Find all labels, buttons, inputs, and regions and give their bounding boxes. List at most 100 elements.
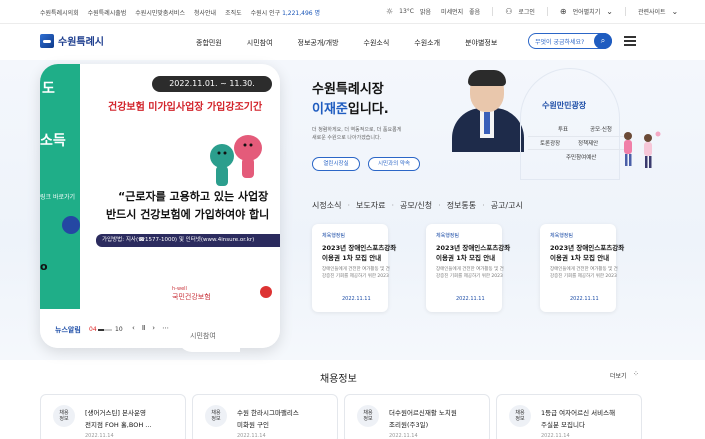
plaza-vote[interactable]: 투표 bbox=[558, 125, 568, 133]
nav-about[interactable]: 수원소개 bbox=[414, 38, 440, 48]
news-category: 체육행정팀 bbox=[550, 233, 574, 239]
link-org-chart[interactable]: 조직도 bbox=[225, 8, 242, 17]
news-category: 체육행정팀 bbox=[436, 233, 460, 239]
grid-icon[interactable]: ⁘ bbox=[633, 370, 639, 378]
nav-open-data[interactable]: 정보공개/개방 bbox=[298, 38, 339, 48]
hamburger-icon bbox=[624, 36, 636, 38]
divider bbox=[528, 136, 624, 137]
tab-press[interactable]: 보도자료 bbox=[356, 200, 385, 211]
job-card[interactable]: 채용 정보 1등급 여자어르신 서비스해 주실분 모집니다 2022.11.14 bbox=[496, 394, 642, 439]
peek-text: 도 bbox=[42, 81, 55, 97]
slide-total: 10 bbox=[115, 326, 123, 333]
job-title: 전지점 FOH 홀,BOH ... bbox=[85, 421, 152, 429]
nhis-logo: h-well 국민건강보험 bbox=[172, 286, 211, 302]
chevron-down-icon: ⌄ bbox=[671, 7, 679, 16]
nav-field-info[interactable]: 분야별정보 bbox=[465, 38, 497, 48]
next-icon[interactable]: › bbox=[152, 324, 155, 332]
plaza-frame bbox=[520, 68, 620, 180]
citizens-illustration bbox=[624, 131, 661, 168]
nav-civil-service[interactable]: 종합민원 bbox=[196, 38, 222, 48]
globe-icon: ⊕ bbox=[559, 7, 567, 16]
job-card[interactable]: 채용 정보 [생어거스틴] 본사운영 전지점 FOH 홀,BOH ... 2022… bbox=[40, 394, 186, 439]
campaign-quote-line: 반드시 건강보험에 가입하여야 합니 bbox=[106, 208, 270, 221]
news-card[interactable]: 체육행정팀 2023년 장애인스포츠강좌 이용권 1차 모집 안내 장애인들에게… bbox=[540, 224, 624, 312]
citizen-tab[interactable]: 시민참여 bbox=[178, 318, 240, 352]
site-logo[interactable]: 수원특례시 bbox=[40, 33, 104, 48]
utility-right: ☼ 13°C 맑음 미세먼지 좋음 ⚇ 로그인 ⊕ 언어펼치기 ⌄ 관련사이트 … bbox=[386, 7, 678, 16]
prev-icon[interactable]: ‹ bbox=[132, 324, 135, 332]
job-date: 2022.11.14 bbox=[85, 433, 114, 439]
job-card[interactable]: 채용 정보 더수원어르신재활 노치원 조리원(주3일) 2022.11.14 bbox=[344, 394, 490, 439]
news-desc: 장애인들에게 건전한 여가활동 및 건 bbox=[322, 267, 390, 272]
search-button[interactable]: ⌕ bbox=[594, 33, 612, 49]
more-link[interactable]: 더보기 bbox=[610, 371, 627, 380]
job-date: 2022.11.14 bbox=[237, 433, 266, 439]
job-date: 2022.11.14 bbox=[389, 433, 418, 439]
job-date: 2022.11.14 bbox=[541, 433, 570, 439]
nav-news[interactable]: 수원소식 bbox=[364, 38, 390, 48]
list-icon[interactable]: ⋯ bbox=[162, 324, 169, 332]
language-toggle[interactable]: 언어펼치기 bbox=[573, 7, 601, 16]
news-card[interactable]: 체육행정팀 2023년 장애인스포츠강좌 이용권 1차 모집 안내 장애인들에게… bbox=[426, 224, 510, 312]
news-date: 2022.11.11 bbox=[456, 296, 485, 302]
sun-icon: ☼ bbox=[386, 7, 394, 16]
news-desc: 장애인들에게 건전한 여가활동 및 건 bbox=[436, 267, 504, 272]
link-council[interactable]: 수원특례시의회 bbox=[40, 8, 79, 17]
user-icon: ⚇ bbox=[505, 7, 513, 16]
news-desc: 강증진 기회를 제공하기 위한 2023 bbox=[436, 274, 503, 279]
nhis-heart-icon bbox=[260, 286, 272, 298]
main-nav: 종합민원 시민참여 정보공개/개방 수원소식 수원소개 분야별정보 bbox=[196, 38, 497, 48]
news-category: 체육행정팀 bbox=[322, 233, 346, 239]
login-link[interactable]: 로그인 bbox=[518, 7, 535, 16]
nhis-en: h-well bbox=[172, 286, 187, 292]
news-title: 이용권 1차 모집 안내 bbox=[436, 254, 496, 262]
plaza-proposal[interactable]: 정책제안 bbox=[578, 139, 598, 147]
mayor-title: 수원특례시장 bbox=[312, 82, 384, 97]
tab-notice[interactable]: 공고/고시 bbox=[491, 200, 523, 211]
link-custom-service[interactable]: 수원시민맞춤서비스 bbox=[135, 8, 185, 17]
link-office-guide[interactable]: 청사안내 bbox=[194, 8, 216, 17]
job-card[interactable]: 채용 정보 수원 한라시그마팰리스 미화원 구인 2022.11.14 bbox=[192, 394, 338, 439]
banner-controls: 뉴스알림 04 10 ‹ Ⅱ › ⋯ bbox=[40, 312, 280, 348]
search-icon: ⌕ bbox=[600, 36, 606, 45]
pause-icon[interactable]: Ⅱ bbox=[142, 324, 145, 332]
population-value: 1,221,496 명 bbox=[282, 10, 321, 17]
plaza-budget[interactable]: 주민참여예산 bbox=[566, 153, 596, 161]
tab-apply[interactable]: 공모/신청 bbox=[400, 200, 432, 211]
chevron-down-icon: ⌄ bbox=[606, 7, 613, 16]
news-title: 2023년 장애인스포츠강좌 bbox=[322, 244, 397, 252]
logo-icon bbox=[40, 33, 54, 48]
weather: 맑음 bbox=[420, 9, 432, 16]
tab-info[interactable]: 정보통통 bbox=[447, 200, 476, 211]
campaign-date: 2022.11.01. ~ 11.30. bbox=[152, 76, 272, 92]
open-office-button[interactable]: 열린시장실 bbox=[312, 157, 360, 171]
campaign-title: 건강보험 미가입사업장 가입강조기간 bbox=[108, 102, 263, 113]
plaza-apply[interactable]: 공모·신청 bbox=[590, 125, 612, 133]
news-desc: 강증진 기회를 제공하기 위한 2023 bbox=[322, 274, 389, 279]
main-banner[interactable]: 도 소득 링크 바로가기 o 2022.11.01. ~ 11.30. 건강보험… bbox=[40, 64, 280, 348]
job-title: 주실분 모집니다 bbox=[541, 421, 585, 429]
mayor-desc: 새로운 수원으로 나아가겠습니다. bbox=[312, 135, 382, 141]
link-special-city[interactable]: 수원특례시출범 bbox=[88, 8, 127, 17]
nav-participation[interactable]: 시민참여 bbox=[247, 38, 273, 48]
mayor-suffix: 입니다. bbox=[347, 102, 389, 117]
news-title: 이용권 1차 모집 안내 bbox=[550, 254, 610, 262]
divider bbox=[624, 7, 626, 16]
job-title: 1등급 여자어르신 서비스해 bbox=[541, 409, 616, 417]
slide-current: 04 bbox=[89, 326, 97, 333]
divider bbox=[492, 7, 494, 16]
peek-text: o bbox=[40, 260, 48, 273]
population-label: 수원시 인구 bbox=[250, 10, 281, 17]
utility-bar: 수원특례시의회 수원특례시출범 수원시민맞춤서비스 청사안내 조직도 수원시 인… bbox=[0, 0, 705, 24]
main-header: 수원특례시 종합민원 시민참여 정보공개/개방 수원소식 수원소개 분야별정보 … bbox=[0, 24, 705, 60]
job-title: 조리원(주3일) bbox=[389, 421, 429, 429]
news-desc: 강증진 기회를 제공하기 위한 2023 bbox=[550, 274, 617, 279]
news-card[interactable]: 체육행정팀 2023년 장애인스포츠강좌 이용권 1차 모집 안내 장애인들에게… bbox=[312, 224, 396, 312]
pledge-button[interactable]: 시민과의 약속 bbox=[368, 157, 420, 171]
tab-city-news[interactable]: 시정소식 bbox=[312, 200, 341, 211]
job-tag: 채용 정보 bbox=[205, 405, 227, 427]
related-sites[interactable]: 관련사이트 bbox=[638, 7, 666, 16]
menu-button[interactable] bbox=[624, 36, 636, 46]
slide-progress bbox=[98, 329, 112, 331]
plaza-debate[interactable]: 토론광장 bbox=[540, 139, 560, 147]
